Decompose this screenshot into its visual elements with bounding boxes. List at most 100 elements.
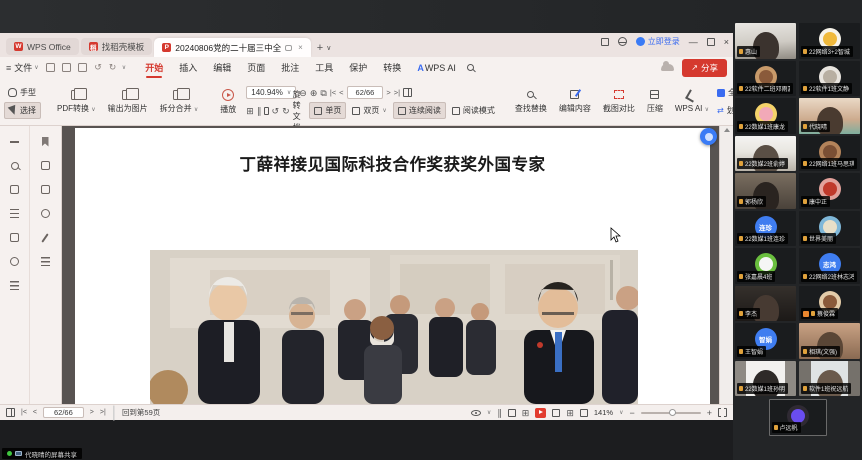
participant-tile[interactable]: 李杰 — [735, 286, 796, 322]
history-caret-icon[interactable]: ∨ — [122, 64, 126, 71]
actual-size-icon[interactable] — [580, 409, 588, 417]
zoom-minus-button[interactable]: − — [629, 408, 634, 418]
scrollbar[interactable] — [719, 126, 733, 404]
zoom-slider-knob[interactable] — [669, 409, 676, 416]
fit-width-icon[interactable]: ⊞ — [566, 408, 574, 418]
reader-icon[interactable] — [403, 88, 412, 97]
hand-tool-button[interactable]: 手型 — [4, 85, 41, 100]
screen-share-banner[interactable]: 代晓晴的屏幕共享 — [2, 448, 82, 459]
participant-tile[interactable]: 蔡俊霖 — [799, 286, 860, 322]
participant-tile[interactable]: 惠山 — [735, 23, 796, 59]
participant-tile[interactable]: 代晓晴 — [799, 98, 860, 134]
status-zoom-value[interactable]: 141% — [594, 408, 613, 417]
fit-window-icon[interactable] — [552, 409, 560, 417]
open-icon[interactable] — [46, 63, 55, 72]
status-first-page-button[interactable]: |< — [21, 409, 27, 416]
toolbar-tool-button[interactable]: 压缩 — [641, 81, 669, 122]
toolbar-big-button[interactable]: 输出为图片 — [102, 81, 154, 122]
toolbar-tool-button[interactable]: 编辑内容 — [553, 81, 597, 122]
close-button[interactable]: × — [724, 37, 729, 47]
toolbar-big-button[interactable]: 拆分合并 ∨ — [154, 81, 205, 122]
fit-width-button[interactable]: ∥ — [257, 106, 262, 116]
participant-tile[interactable]: 智娟 王智娟 — [735, 323, 796, 359]
document-tab[interactable]: W WPS Office — [6, 38, 79, 55]
back-to-page-link[interactable]: 回到第59页 — [122, 407, 160, 418]
help-icon[interactable] — [9, 256, 20, 267]
tab-list-caret-icon[interactable]: ∨ — [326, 44, 331, 52]
menu-item[interactable]: 工具 — [308, 59, 340, 76]
participant-tile[interactable]: 世界美丽 — [799, 211, 860, 247]
toolbar-tool-button[interactable]: WPS AI ∨ — [669, 81, 715, 122]
menu-item[interactable]: 插入 — [172, 59, 204, 76]
status-last-page-button[interactable]: >| — [100, 409, 106, 416]
more-icon[interactable] — [9, 280, 20, 291]
participant-tile[interactable]: 郭杨欣 — [735, 173, 796, 209]
double-page-icon[interactable]: ⊞ — [522, 408, 530, 418]
zoom-in-button[interactable]: ⊕ — [310, 88, 318, 98]
menu-item[interactable]: 保护 — [342, 59, 374, 76]
collapse-icon[interactable] — [9, 136, 20, 147]
document-tab[interactable]: 稻 找稻壳模板 — [81, 38, 153, 55]
participant-tile[interactable]: 22网络3+2智城 — [799, 23, 860, 59]
slideshow-play-button[interactable] — [535, 408, 546, 418]
participant-tile[interactable]: 22软件1班文静 — [799, 61, 860, 97]
menu-item[interactable]: 编辑 — [206, 59, 238, 76]
next-page-button[interactable]: > — [386, 88, 390, 97]
play-button[interactable]: 播放 — [214, 81, 242, 122]
thumbnail-view-button[interactable]: ⊞ — [246, 106, 254, 116]
attachment-icon[interactable] — [40, 208, 51, 219]
menu-item[interactable]: 批注 — [274, 59, 306, 76]
status-next-page-button[interactable]: > — [90, 409, 94, 416]
thumbnail-icon[interactable] — [40, 160, 51, 171]
catalog-icon[interactable] — [9, 232, 20, 243]
participant-tile[interactable]: 22数媒1班孙明 — [735, 361, 796, 397]
view-mode-button[interactable]: 单页 — [309, 102, 346, 119]
layout-icon[interactable] — [601, 38, 609, 46]
view-mode-button[interactable]: 阅读模式 — [448, 102, 499, 119]
annotate-icon[interactable] — [40, 232, 51, 243]
zoom-level-select[interactable]: 140.94%∨ — [246, 86, 296, 99]
page-number-input[interactable]: 62/66 — [347, 86, 384, 99]
toolbar-big-button[interactable]: PDF转换 ∨ — [51, 81, 102, 122]
toolbar-tool-button[interactable]: 截图对比 — [597, 81, 641, 122]
single-page-icon[interactable] — [508, 409, 516, 417]
rotate-left-button[interactable]: ↺ — [272, 106, 280, 116]
first-page-button[interactable]: |< — [330, 88, 336, 97]
save-icon[interactable] — [62, 63, 71, 72]
eye-protect-icon[interactable] — [471, 410, 481, 416]
last-page-button[interactable]: >| — [394, 88, 400, 97]
view-mode-button[interactable]: 双页∨ — [348, 102, 390, 119]
status-prev-page-button[interactable]: < — [33, 409, 37, 416]
menu-item[interactable]: 开始 — [138, 59, 170, 76]
fit-page-button[interactable]: ⧉ — [320, 88, 326, 98]
fit-page-icon[interactable] — [264, 107, 268, 115]
prev-page-button[interactable]: < — [339, 88, 343, 97]
menu-item[interactable]: 页面 — [240, 59, 272, 76]
zoom-caret-icon[interactable]: ∨ — [619, 409, 623, 416]
minimize-button[interactable]: — — [689, 37, 698, 47]
menu-item[interactable]: 转换 — [376, 59, 408, 76]
participant-tile[interactable]: 志鸿 22网络2班林志鸿 — [799, 248, 860, 284]
participant-tile[interactable]: 相琪(文强) — [799, 323, 860, 359]
login-button[interactable]: 立即登录 — [636, 36, 680, 47]
share-document-button[interactable]: ↗ 分享 — [682, 59, 727, 77]
zoom-plus-button[interactable]: + — [707, 408, 712, 418]
cloud-sync-icon[interactable] — [661, 64, 674, 71]
restore-button[interactable] — [707, 38, 715, 46]
undo-icon[interactable]: ↺ — [94, 63, 102, 72]
continuous-read-icon[interactable]: ∥ — [497, 408, 502, 418]
status-page-input[interactable]: 62/66 — [43, 407, 84, 418]
tab-close-icon[interactable]: × — [298, 43, 303, 52]
eye-caret-icon[interactable]: ∨ — [487, 409, 491, 416]
ai-assistant-fab[interactable] — [700, 128, 717, 145]
participant-tile[interactable]: 连珍 22数媒1班连珍 — [735, 211, 796, 247]
hamburger-icon[interactable]: ≡ — [6, 63, 11, 73]
search-icon[interactable] — [467, 64, 474, 71]
comment-icon[interactable] — [40, 184, 51, 195]
translate-icon[interactable] — [9, 184, 20, 195]
print-icon[interactable] — [78, 63, 87, 72]
reader-mode-icon[interactable] — [6, 408, 15, 417]
document-tab[interactable]: P 20240806党的二十届三中全 × — [154, 38, 311, 57]
participant-tile[interactable]: 22数媒1班康龙 — [735, 98, 796, 134]
select-tool-button[interactable]: 选择 — [4, 102, 41, 119]
